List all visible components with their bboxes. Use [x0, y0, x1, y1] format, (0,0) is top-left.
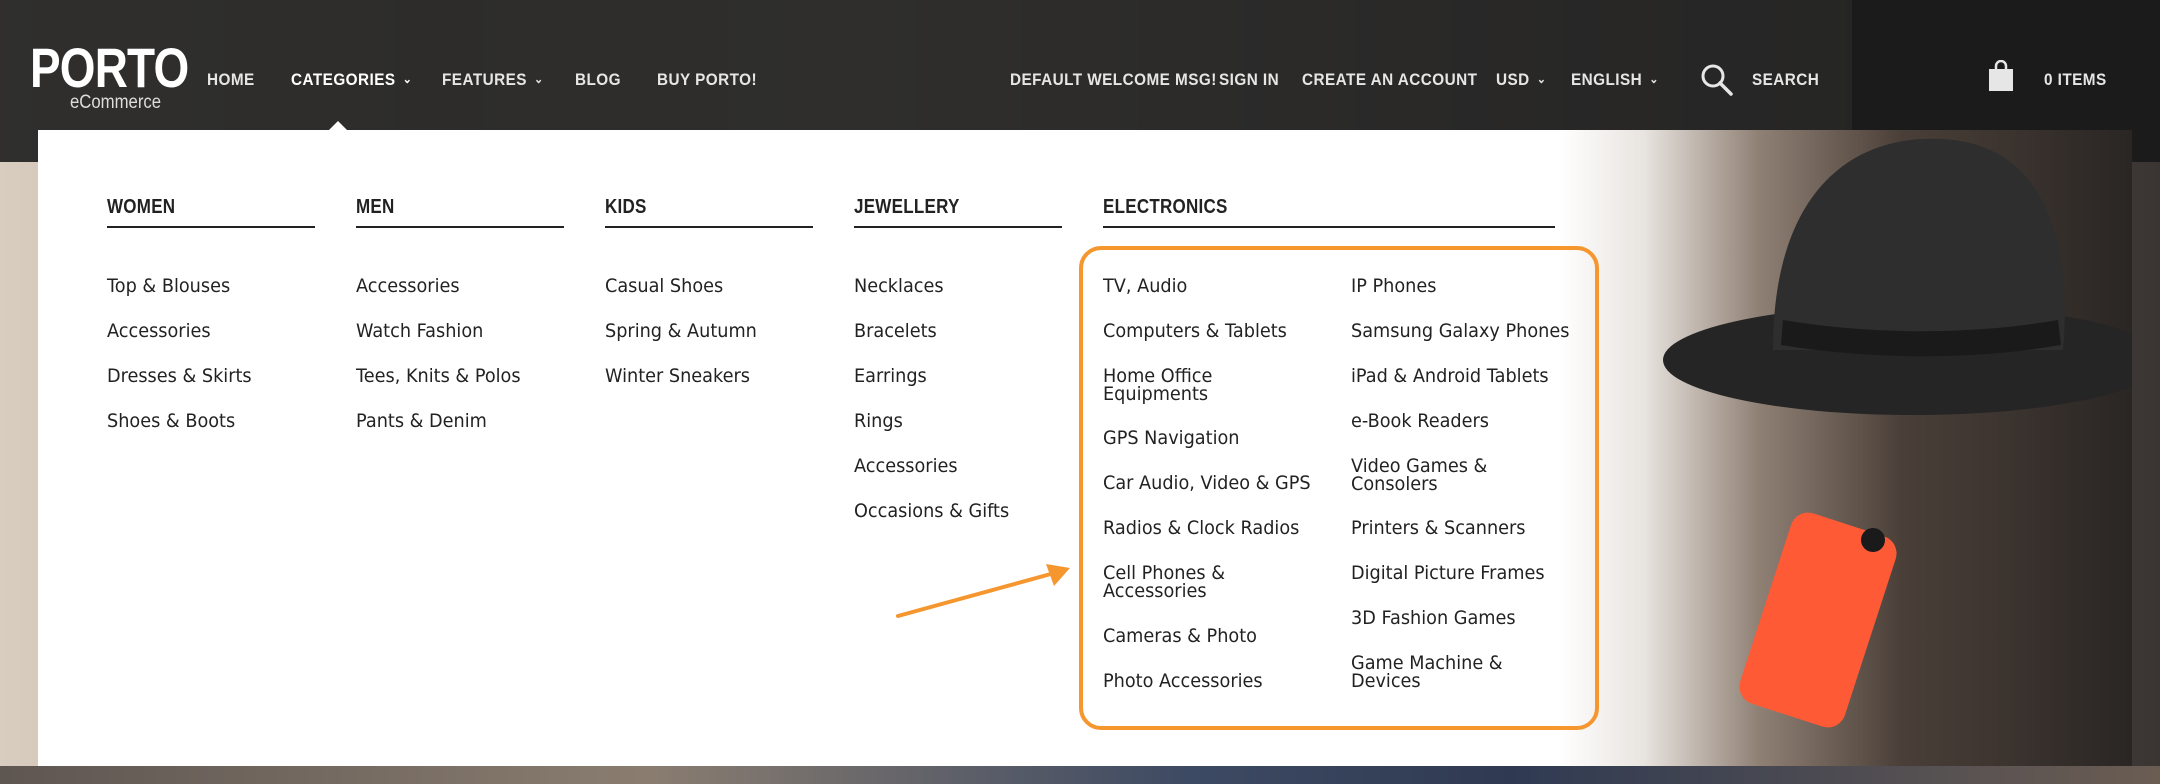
heading-rule — [356, 226, 564, 228]
menu-link[interactable]: Casual Shoes — [605, 277, 723, 296]
chevron-down-icon: ⌄ — [534, 72, 544, 86]
heading-rule — [854, 226, 1062, 228]
chevron-down-icon: ⌄ — [402, 72, 413, 86]
nav-features[interactable]: FEATURES ⌄ — [442, 70, 544, 90]
site-logo[interactable]: PORTO eCommerce — [30, 36, 223, 114]
menu-link[interactable]: Earrings — [854, 367, 927, 386]
nav-buy-porto[interactable]: BUY PORTO! — [657, 70, 757, 90]
create-account-link[interactable]: CREATE AN ACCOUNT — [1302, 70, 1477, 90]
language-switcher[interactable]: ENGLISH ⌄ — [1571, 70, 1659, 90]
menu-link[interactable]: Top & Blouses — [107, 277, 230, 296]
shopping-bag-icon[interactable] — [1988, 60, 2014, 92]
arrow-annotation-icon — [896, 564, 1070, 618]
nav-categories[interactable]: CATEGORIES ⌄ — [291, 70, 412, 90]
menu-link[interactable]: Rings — [854, 412, 903, 431]
heading-women[interactable]: WOMEN — [107, 196, 175, 219]
logo-tagline: eCommerce — [70, 92, 162, 113]
search-icon[interactable] — [1700, 63, 1734, 97]
phone-illustration — [1739, 512, 1897, 728]
sign-in-link[interactable]: SIGN IN — [1219, 70, 1279, 90]
currency-label: USD — [1496, 70, 1530, 89]
menu-link[interactable]: Pants & Denim — [356, 412, 487, 431]
menu-link[interactable]: Accessories — [854, 457, 958, 476]
menu-link[interactable]: Accessories — [356, 277, 460, 296]
chevron-down-icon: ⌄ — [1649, 72, 1659, 86]
heading-rule — [107, 226, 315, 228]
menu-link[interactable]: Spring & Autumn — [605, 322, 757, 341]
welcome-message: DEFAULT WELCOME MSG! — [1010, 70, 1217, 89]
menu-link[interactable]: Necklaces — [854, 277, 944, 296]
menu-link[interactable]: Occasions & Gifts — [854, 502, 1009, 521]
heading-electronics[interactable]: ELECTRONICS — [1103, 196, 1228, 219]
nav-home[interactable]: HOME — [207, 70, 255, 90]
logo-wordmark: PORTO — [30, 36, 189, 99]
menu-link[interactable]: Dresses & Skirts — [107, 367, 252, 386]
hat-illustration — [1663, 138, 2132, 415]
heading-men[interactable]: MEN — [356, 196, 395, 219]
menu-link[interactable]: Tees, Knits & Polos — [356, 367, 521, 386]
heading-kids[interactable]: KIDS — [605, 196, 647, 219]
menu-link[interactable]: Winter Sneakers — [605, 367, 750, 386]
currency-switcher[interactable]: USD ⌄ — [1496, 70, 1546, 90]
language-label: ENGLISH — [1571, 70, 1643, 89]
heading-rule — [1103, 226, 1555, 228]
background-photo-strip — [0, 766, 2160, 784]
highlight-annotation — [1079, 246, 1599, 730]
heading-jewellery[interactable]: JEWELLERY — [854, 196, 960, 219]
heading-rule — [605, 226, 813, 228]
nav-categories-label: CATEGORIES — [291, 70, 396, 89]
cart-link[interactable]: 0 ITEMS — [2044, 70, 2107, 90]
menu-link[interactable]: Bracelets — [854, 322, 937, 341]
search-link[interactable]: SEARCH — [1752, 70, 1819, 90]
menu-link[interactable]: Shoes & Boots — [107, 412, 235, 431]
chevron-down-icon: ⌄ — [1536, 72, 1547, 86]
nav-blog[interactable]: BLOG — [575, 70, 621, 90]
menu-link[interactable]: Accessories — [107, 322, 211, 341]
nav-features-label: FEATURES — [442, 70, 527, 89]
menu-link[interactable]: Watch Fashion — [356, 322, 483, 341]
